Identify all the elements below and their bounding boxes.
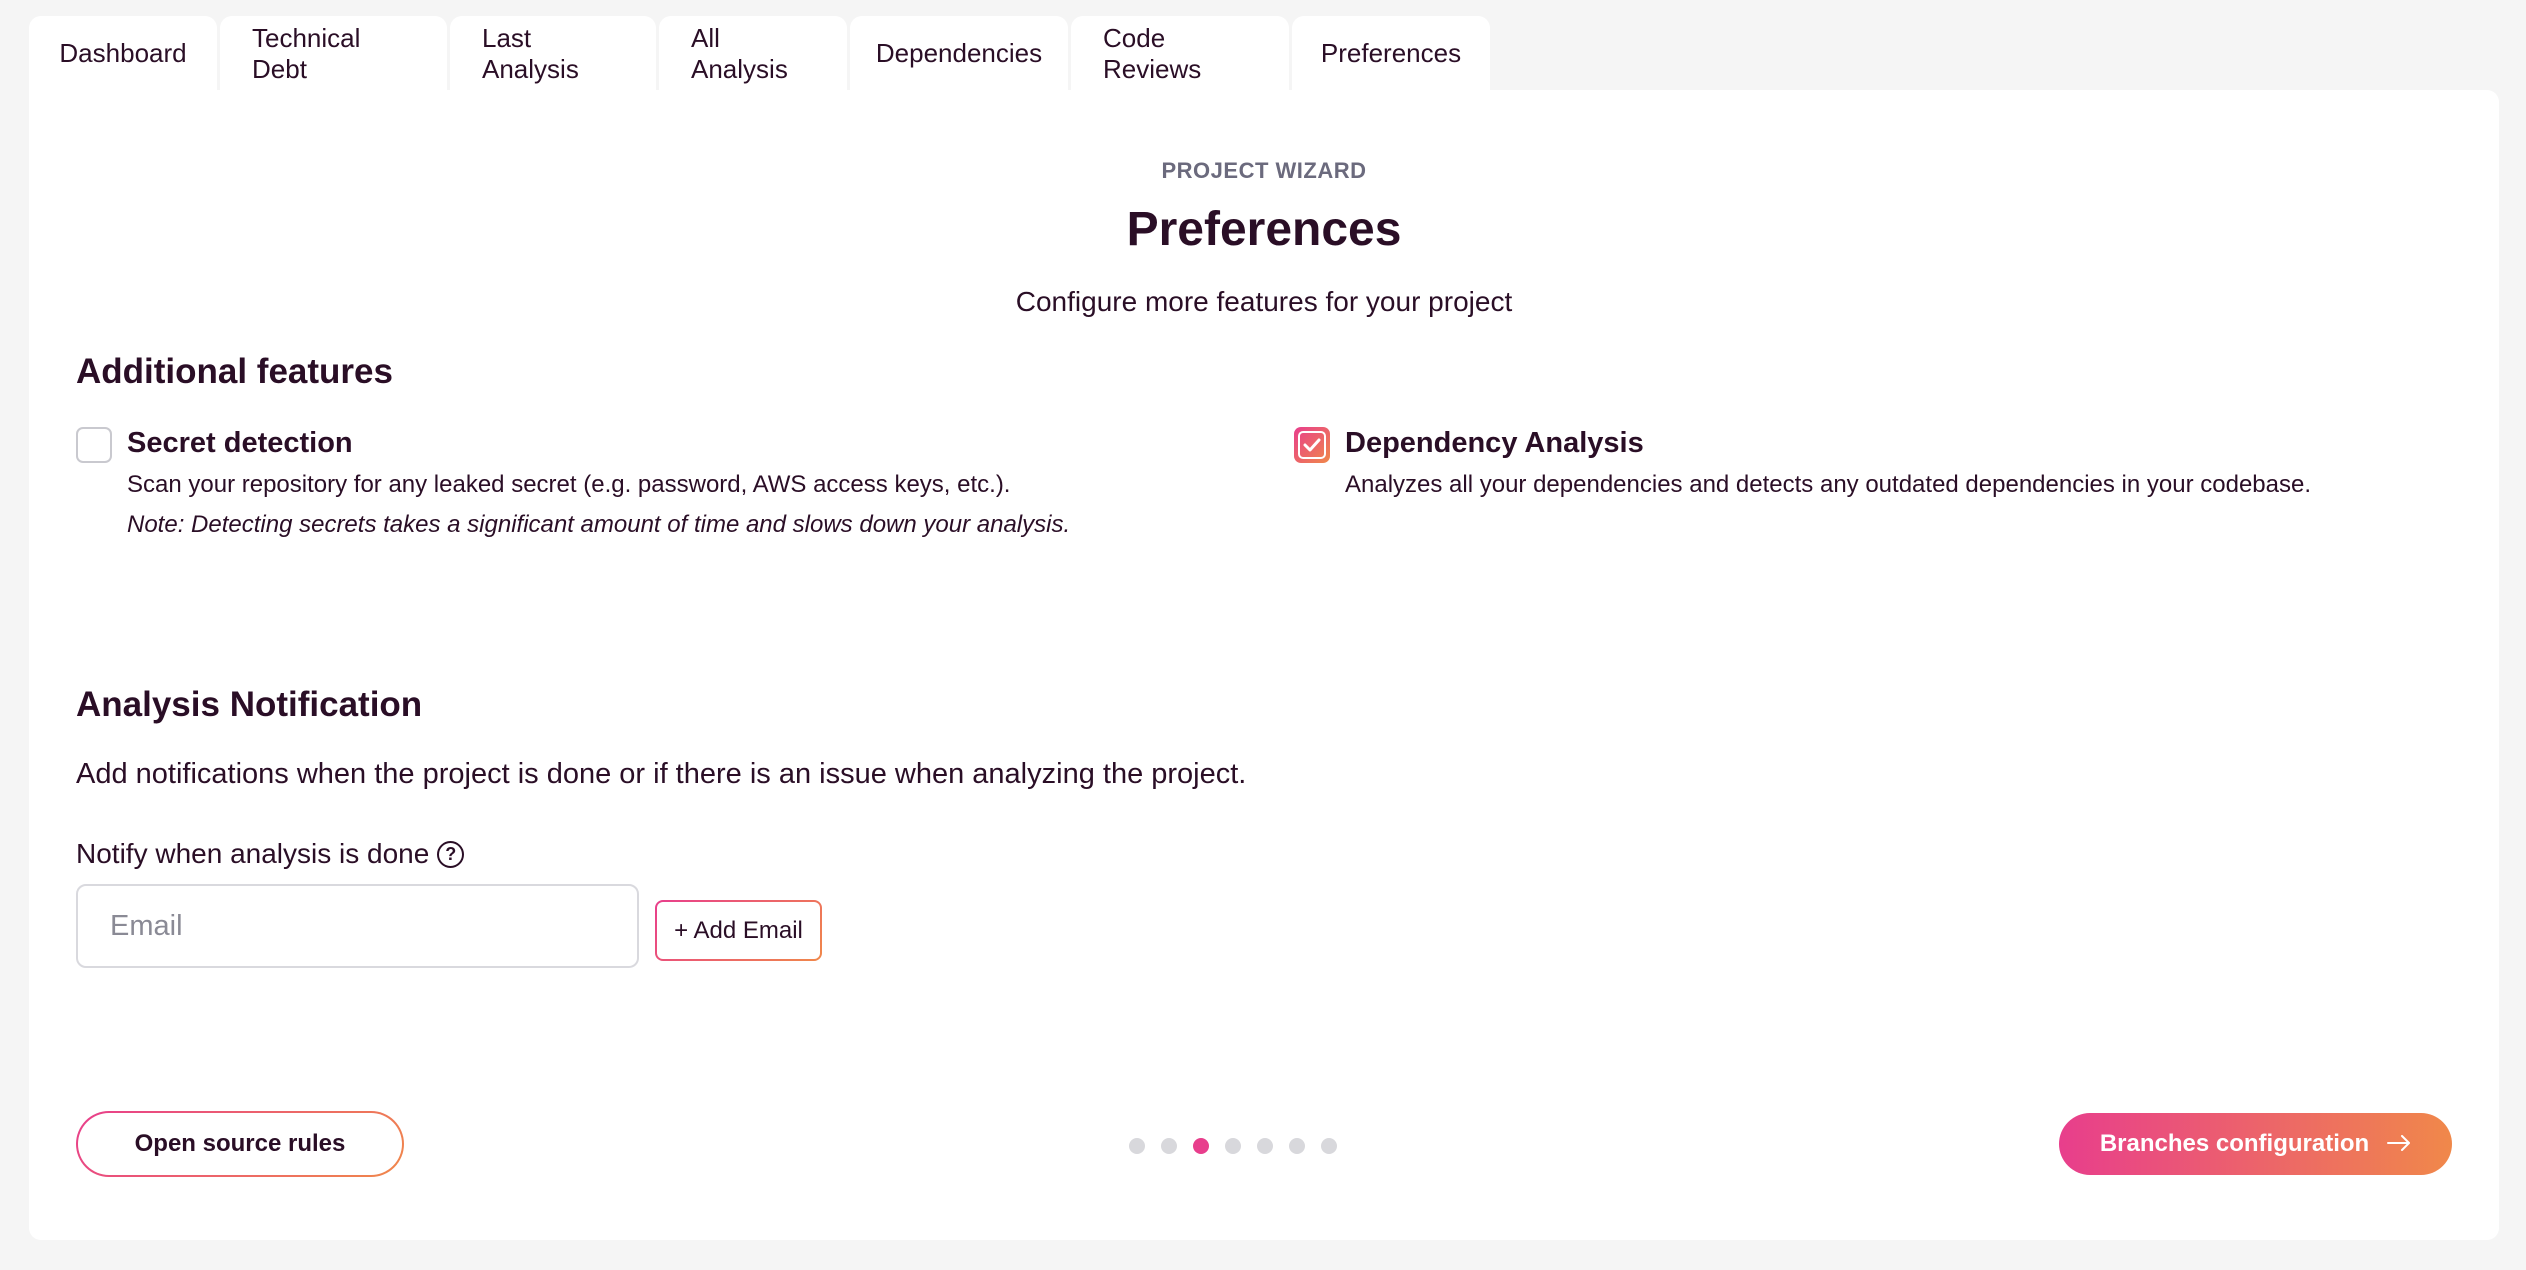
step-dot-7[interactable] [1321,1138,1337,1154]
dependency-analysis-checkbox[interactable] [1294,427,1330,463]
tab-dependencies[interactable]: Dependencies [850,16,1068,91]
dependency-analysis-description: Analyzes all your dependencies and detec… [1345,471,2312,498]
dependency-analysis-feature: Dependency Analysis Analyzes all your de… [1294,427,2474,517]
step-dot-2[interactable] [1161,1138,1177,1154]
checkmark-icon [1298,431,1326,459]
tab-code-reviews[interactable]: Code Reviews [1071,16,1289,91]
question-circle-icon[interactable]: ? [437,840,465,868]
step-dot-3[interactable] [1193,1138,1209,1154]
secret-detection-title: Secret detection [127,427,353,459]
dependency-analysis-title: Dependency Analysis [1345,427,1644,459]
secret-detection-description: Scan your repository for any leaked secr… [127,471,1011,498]
step-dot-1[interactable] [1129,1138,1145,1154]
page-title: Preferences [1126,203,1402,256]
tab-all-analysis[interactable]: All Analysis [659,16,847,91]
step-dot-5[interactable] [1257,1138,1273,1154]
branches-configuration-button[interactable]: Branches configuration [2059,1113,2452,1175]
page-subtitle: Configure more features for your project [1015,286,1513,317]
tab-bar: Dashboard Technical Debt Last Analysis A… [29,16,1490,91]
email-input[interactable] [76,884,639,968]
analysis-notification-heading: Analysis Notification [76,685,423,724]
branches-configuration-label: Branches configuration [2099,1130,2370,1157]
secret-detection-checkbox[interactable] [76,427,112,463]
tab-preferences[interactable]: Preferences [1292,16,1490,91]
tab-technical-debt[interactable]: Technical Debt [220,16,447,91]
analysis-notification-description: Add notifications when the project is do… [76,758,1247,790]
tab-last-analysis[interactable]: Last Analysis [450,16,656,91]
tab-dashboard[interactable]: Dashboard [29,16,217,91]
step-dot-4[interactable] [1225,1138,1241,1154]
notify-label-text: Notify when analysis is done [76,838,430,869]
step-dot-6[interactable] [1289,1138,1305,1154]
secret-detection-note: Note: Detecting secrets takes a signific… [127,511,1071,538]
step-pager [1129,1138,1337,1154]
wizard-card: PROJECT WIZARD Preferences Configure mor… [29,90,2499,1240]
open-source-rules-button[interactable]: Open source rules [76,1111,404,1177]
wizard-eyebrow: PROJECT WIZARD [1161,158,1367,183]
secret-detection-feature: Secret detection Scan your repository fo… [76,427,1226,557]
additional-features-heading: Additional features [76,352,393,391]
arrow-right-icon [2387,1130,2411,1158]
add-email-button[interactable]: + Add Email [655,900,822,961]
notify-label: Notify when analysis is done ? [76,838,465,870]
